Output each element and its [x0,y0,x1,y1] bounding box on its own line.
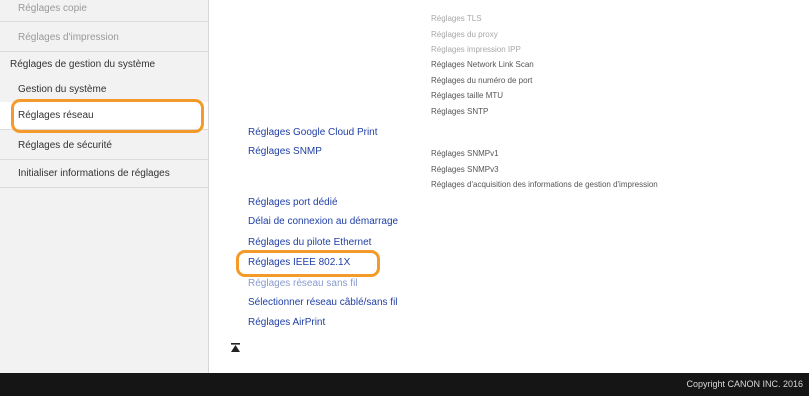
info-proxy: Réglages du proxy [431,30,498,39]
info-snmpv3: Réglages SNMPv3 [431,165,499,174]
link-wired-wireless-select[interactable]: Sélectionner réseau câblé/sans fil [248,297,398,308]
info-port-number: Réglages du numéro de port [431,76,533,85]
sidebar-section-system-management: Réglages de gestion du système [10,59,156,70]
info-mtu: Réglages taille MTU [431,91,504,100]
link-snmp[interactable]: Réglages SNMP [248,146,322,157]
sidebar-item-copy-settings[interactable]: Réglages copie [0,0,208,22]
info-snmpv1: Réglages SNMPv1 [431,149,499,158]
link-ieee-8021x[interactable]: Réglages IEEE 802.1X [248,257,350,268]
back-to-top-icon[interactable] [231,343,240,353]
link-wireless-lan[interactable]: Réglages réseau sans fil [248,278,358,289]
sidebar: Réglages copie Réglages d'impression Rég… [0,0,209,373]
sidebar-item-network-settings[interactable]: Réglages réseau [0,102,208,130]
link-startup-delay[interactable]: Délai de connexion au démarrage [248,216,398,227]
link-ethernet-driver[interactable]: Réglages du pilote Ethernet [248,237,371,248]
info-sntp: Réglages SNTP [431,107,489,116]
footer-copyright: Copyright CANON INC. 2016 [686,379,803,389]
link-airprint[interactable]: Réglages AirPrint [248,317,325,328]
link-dedicated-port[interactable]: Réglages port dédié [248,197,338,208]
info-network-link-scan: Réglages Network Link Scan [431,60,534,69]
sidebar-item-security-settings[interactable]: Réglages de sécurité [0,132,208,160]
sidebar-item-reset-settings[interactable]: Initialiser informations de réglages [0,160,208,188]
sidebar-item-print-settings[interactable]: Réglages d'impression [0,24,208,52]
footer: Copyright CANON INC. 2016 [0,373,809,396]
info-tls: Réglages TLS [431,14,482,23]
sidebar-item-system-management[interactable]: Gestion du système [0,76,208,104]
link-google-cloud-print[interactable]: Réglages Google Cloud Print [248,127,378,138]
info-print-management-acquisition: Réglages d'acquisition des informations … [431,180,658,189]
info-ipp: Réglages impression IPP [431,45,521,54]
